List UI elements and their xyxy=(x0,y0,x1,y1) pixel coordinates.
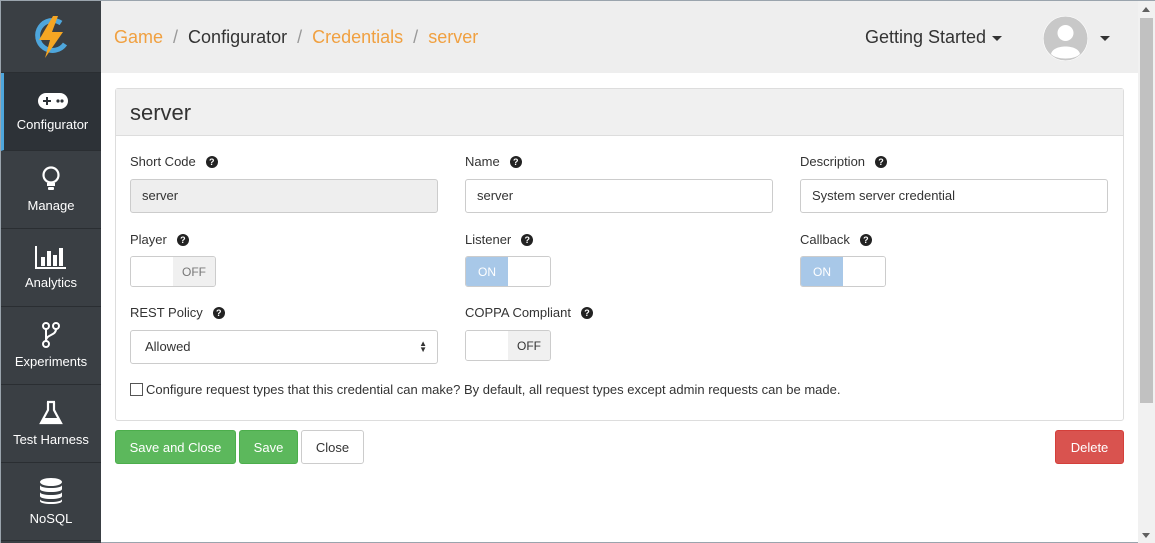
breadcrumb: Game / Configurator / Credentials / serv… xyxy=(114,27,478,48)
user-menu[interactable] xyxy=(1043,16,1110,61)
credential-panel: server Short Code? Name? Description? se… xyxy=(115,88,1124,421)
rest-policy-value: Allowed xyxy=(145,339,191,354)
sidebar-item-nosql[interactable]: NoSQL xyxy=(1,463,101,541)
database-icon xyxy=(40,478,62,504)
toggle-state: OFF xyxy=(508,331,550,360)
sidebar-item-label: Analytics xyxy=(24,275,78,290)
breadcrumb-credentials[interactable]: Credentials xyxy=(312,27,403,48)
help-icon[interactable]: ? xyxy=(205,155,218,168)
coppa-toggle[interactable]: OFF xyxy=(465,330,551,361)
panel-title: server xyxy=(116,89,1123,136)
scroll-up-icon[interactable] xyxy=(1142,7,1150,12)
name-field[interactable]: server xyxy=(465,179,773,213)
rest-policy-select[interactable]: Allowed ▲ ▼ xyxy=(130,330,438,364)
help-icon[interactable]: ? xyxy=(875,155,888,168)
close-button[interactable]: Close xyxy=(301,430,364,464)
save-and-close-button[interactable]: Save and Close xyxy=(115,430,236,464)
lightbulb-icon xyxy=(42,166,60,190)
avatar xyxy=(1043,16,1088,61)
top-bar: Game / Configurator / Credentials / serv… xyxy=(101,1,1138,73)
player-label: Player? xyxy=(130,232,189,247)
sidebar-item-manage[interactable]: Manage xyxy=(1,151,101,229)
breadcrumb-separator: / xyxy=(413,27,419,47)
scroll-thumb[interactable] xyxy=(1140,18,1153,403)
breadcrumb-separator: / xyxy=(297,27,303,47)
listener-label: Listener? xyxy=(465,232,534,247)
description-field[interactable]: System server credential xyxy=(800,179,1108,213)
getting-started-dropdown[interactable]: Getting Started xyxy=(865,27,1003,48)
request-types-checkbox[interactable] xyxy=(130,383,143,396)
sidebar-item-label: Experiments xyxy=(14,354,88,369)
help-icon[interactable]: ? xyxy=(859,233,872,246)
help-icon[interactable]: ? xyxy=(176,233,189,246)
gamepad-icon xyxy=(37,93,68,109)
toggle-state: ON xyxy=(466,257,508,286)
help-icon[interactable]: ? xyxy=(212,306,225,319)
caret-down-icon xyxy=(1100,36,1110,41)
help-icon[interactable]: ? xyxy=(580,306,593,319)
sidebar-item-label: Configurator xyxy=(16,117,89,132)
help-icon[interactable]: ? xyxy=(521,233,534,246)
sidebar-item-label: Manage xyxy=(27,198,75,213)
sidebar-item-label: NoSQL xyxy=(29,511,73,526)
save-button[interactable]: Save xyxy=(239,430,298,464)
caret-down-icon xyxy=(992,35,1003,41)
request-types-row: Configure request types that this creden… xyxy=(130,382,840,397)
coppa-label: COPPA Compliant? xyxy=(465,305,593,320)
listener-toggle[interactable]: ON xyxy=(465,256,551,287)
toggle-state: ON xyxy=(801,257,843,286)
sidebar: Configurator Manage Analytics Experiment… xyxy=(1,1,101,543)
scroll-down-icon[interactable] xyxy=(1142,533,1150,538)
select-arrows-icon: ▲ ▼ xyxy=(419,339,427,354)
request-types-label: Configure request types that this creden… xyxy=(146,382,841,397)
bar-chart-icon xyxy=(35,246,66,269)
breadcrumb-server[interactable]: server xyxy=(428,27,478,48)
user-silhouette-icon xyxy=(1043,16,1088,61)
sidebar-item-test-harness[interactable]: Test Harness xyxy=(1,385,101,463)
short-code-field[interactable]: server xyxy=(130,179,438,213)
sidebar-item-analytics[interactable]: Analytics xyxy=(1,229,101,307)
callback-toggle[interactable]: ON xyxy=(800,256,886,287)
app-logo[interactable] xyxy=(1,1,101,73)
branch-icon xyxy=(42,322,60,348)
short-code-label: Short Code? xyxy=(130,154,218,169)
toggle-state: OFF xyxy=(173,257,215,286)
sidebar-item-configurator[interactable]: Configurator xyxy=(1,73,101,151)
name-label: Name? xyxy=(465,154,522,169)
breadcrumb-separator: / xyxy=(173,27,179,47)
vertical-scrollbar[interactable] xyxy=(1138,1,1155,543)
flask-icon xyxy=(39,400,63,425)
getting-started-label: Getting Started xyxy=(865,27,987,47)
player-toggle[interactable]: OFF xyxy=(130,256,216,287)
description-label: Description? xyxy=(800,154,888,169)
help-icon[interactable]: ? xyxy=(509,155,522,168)
lightning-logo-icon xyxy=(35,15,68,58)
sidebar-item-label: Test Harness xyxy=(13,432,89,447)
sidebar-item-experiments[interactable]: Experiments xyxy=(1,307,101,385)
breadcrumb-game[interactable]: Game xyxy=(114,27,163,48)
rest-policy-label: REST Policy? xyxy=(130,305,225,320)
callback-label: Callback? xyxy=(800,232,872,247)
breadcrumb-configurator: Configurator xyxy=(188,27,288,47)
delete-button[interactable]: Delete xyxy=(1055,430,1124,464)
